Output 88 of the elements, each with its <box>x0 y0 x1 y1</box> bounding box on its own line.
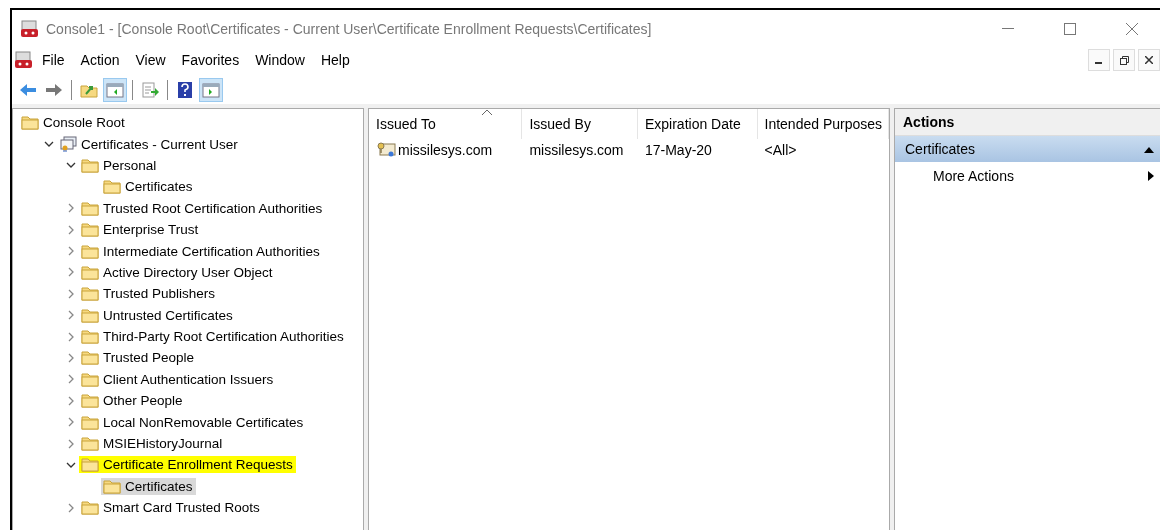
folder-icon <box>81 264 99 280</box>
table-cell-text: <All> <box>763 142 798 158</box>
minimize-button[interactable] <box>1088 49 1110 71</box>
action-item[interactable]: More Actions <box>895 162 1160 190</box>
column-header[interactable]: Issued To <box>369 109 523 139</box>
tree-item[interactable]: Third-Party Root Certification Authorities <box>79 328 347 346</box>
submenu-triangle-icon <box>1148 171 1154 181</box>
certificate-icon <box>376 141 396 159</box>
menu-item[interactable]: Action <box>72 52 128 68</box>
folder-icon <box>81 329 99 345</box>
folder-icon <box>21 115 39 131</box>
close-button[interactable] <box>1138 49 1160 71</box>
forward-arrow-icon <box>45 83 63 97</box>
chevron-right-icon[interactable] <box>66 417 76 428</box>
tree-pane-icon <box>106 82 124 98</box>
console-app-icon <box>14 51 34 69</box>
restore-icon <box>1119 55 1129 65</box>
help-icon <box>177 81 193 99</box>
console-app-icon <box>20 20 40 38</box>
folder-up-icon <box>80 82 98 98</box>
certificate-store-icon <box>59 136 77 153</box>
close-icon <box>1126 23 1138 35</box>
tree-item[interactable]: Active Directory User Object <box>79 263 276 281</box>
chevron-right-icon[interactable] <box>66 374 76 385</box>
tree-item[interactable]: MSIEHistoryJournal <box>79 435 226 453</box>
chevron-right-icon[interactable] <box>66 203 76 214</box>
tree-item[interactable]: Trusted Root Certification Authorities <box>79 199 326 217</box>
chevron-right-icon[interactable] <box>66 353 76 363</box>
folder-icon <box>81 500 99 516</box>
tree-item[interactable]: Other People <box>79 392 186 410</box>
table-cell-text: 17-May-20 <box>643 142 713 158</box>
menu-item[interactable]: Help <box>312 52 358 68</box>
tree-item[interactable]: Client Authentication Issuers <box>79 370 277 388</box>
chevron-right-icon[interactable] <box>66 224 76 235</box>
table-cell-text: missilesys.com <box>528 142 625 158</box>
folder-icon <box>81 157 99 173</box>
chevron-right-icon[interactable] <box>66 267 76 278</box>
menu-item[interactable]: File <box>34 52 73 68</box>
folder-icon <box>81 371 99 387</box>
menu-item[interactable]: View <box>127 52 174 68</box>
minimize-icon <box>1002 28 1014 30</box>
tree-item[interactable]: Smart Card Trusted Roots <box>79 499 263 517</box>
tree-item[interactable]: Trusted Publishers <box>79 285 219 303</box>
tree-item[interactable]: Local NonRemovable Certificates <box>79 413 307 431</box>
chevron-right-icon[interactable] <box>66 502 76 513</box>
chevron-right-icon[interactable] <box>66 288 76 299</box>
folder-icon <box>81 286 99 302</box>
tree-item[interactable]: Certificate Enrollment Requests <box>79 456 296 474</box>
menu-item[interactable]: Favorites <box>173 52 248 68</box>
tree-item[interactable]: Certificates <box>101 477 196 495</box>
table-cell: missilesys.com <box>369 141 523 159</box>
folder-icon <box>81 243 99 259</box>
chevron-right-icon[interactable] <box>66 331 76 342</box>
folder-icon <box>103 179 121 195</box>
chevron-right-icon[interactable] <box>66 395 76 406</box>
action-pane-icon <box>202 82 220 98</box>
folder-icon <box>81 457 99 473</box>
menu-item[interactable]: Window <box>247 52 313 68</box>
back-arrow-icon <box>19 83 37 97</box>
tree-item[interactable]: Trusted People <box>79 349 198 367</box>
chevron-right-icon[interactable] <box>66 246 76 257</box>
tree-item[interactable]: Enterprise Trust <box>79 221 202 239</box>
folder-icon <box>81 436 99 452</box>
restore-button[interactable] <box>1113 49 1135 71</box>
folder-icon <box>81 222 99 238</box>
export-list-icon <box>141 82 159 98</box>
column-header[interactable]: Issued By <box>522 109 638 139</box>
column-header[interactable]: Expiration Date <box>637 109 758 139</box>
tree-item[interactable]: Certificates <box>101 178 196 196</box>
column-header[interactable]: Intended Purposes <box>757 109 889 139</box>
maximize-icon <box>1064 23 1076 35</box>
folder-icon <box>81 200 99 216</box>
actions-section-header[interactable]: Certificates <box>895 136 1160 162</box>
folder-icon <box>81 414 99 430</box>
actions-title: Actions <box>895 109 1160 136</box>
folder-icon <box>81 393 99 409</box>
folder-icon <box>103 478 121 494</box>
tree-item[interactable]: Intermediate Certification Authorities <box>79 242 323 260</box>
folder-icon <box>81 307 99 323</box>
chevron-right-icon[interactable] <box>66 438 76 449</box>
folder-icon <box>81 350 99 366</box>
chevron-right-icon[interactable] <box>66 310 76 321</box>
window-title: Console1 - [Console Root\Certificates - Current User\Certificate Enrollment Requests\Certificates] <box>46 21 653 37</box>
tree-item[interactable]: Certificates - Current User <box>57 135 241 154</box>
tree-item[interactable]: Personal <box>79 156 160 174</box>
tree-item[interactable]: Console Root <box>19 114 128 132</box>
tree-item[interactable]: Untrusted Certificates <box>79 306 236 324</box>
close-icon <box>1145 56 1153 64</box>
